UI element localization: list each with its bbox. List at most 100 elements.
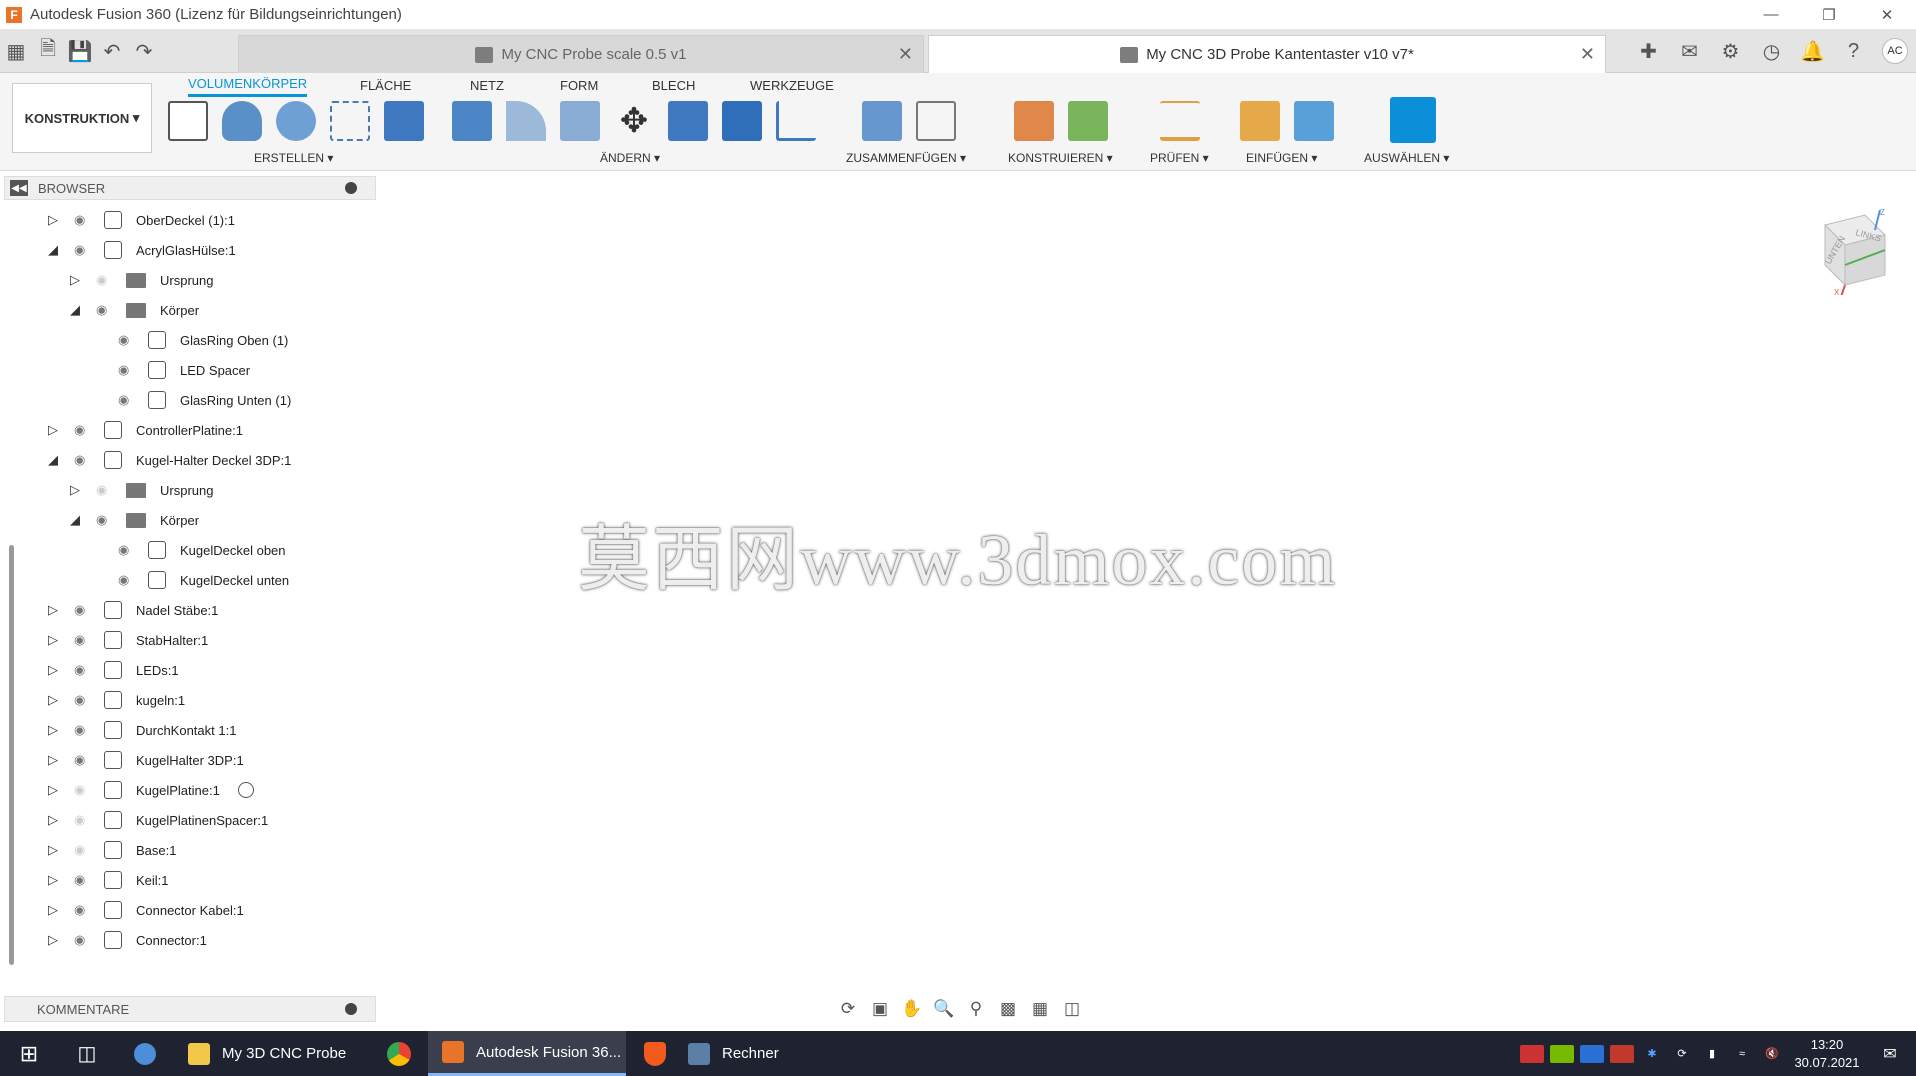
- tab-flaeche[interactable]: FLÄCHE: [360, 73, 411, 97]
- close-tab-icon[interactable]: ✕: [1580, 44, 1595, 65]
- fit-icon[interactable]: ⚲: [960, 999, 992, 1019]
- joint-icon[interactable]: [916, 101, 956, 141]
- pattern-icon[interactable]: [330, 101, 370, 141]
- collapse-arrow-icon[interactable]: ◢: [48, 452, 62, 468]
- fillet-icon[interactable]: [506, 101, 546, 141]
- taskbar-item-calculator[interactable]: Rechner: [684, 1031, 814, 1076]
- visibility-eye-icon[interactable]: ◉: [74, 872, 92, 887]
- tree-node[interactable]: ◢ ◉ AcrylGlasHülse:1: [48, 236, 236, 264]
- align-icon[interactable]: [776, 101, 816, 141]
- help-icon[interactable]: ?: [1833, 29, 1874, 73]
- browser-scrollbar[interactable]: [9, 545, 14, 965]
- expand-arrow-icon[interactable]: ▷: [48, 782, 62, 798]
- collapse-icon[interactable]: ◀◀: [10, 180, 28, 196]
- tab-werkzeuge[interactable]: WERKZEUGE: [750, 73, 834, 97]
- job-status-icon[interactable]: ◷: [1751, 29, 1792, 73]
- expand-arrow-icon[interactable]: ▷: [48, 692, 62, 708]
- press-pull-icon[interactable]: [452, 101, 492, 141]
- new-tab-icon[interactable]: ✚: [1628, 29, 1669, 73]
- revolve-icon[interactable]: [276, 101, 316, 141]
- pan-icon[interactable]: ✋: [896, 999, 928, 1019]
- group-aendern[interactable]: ÄNDERN ▾: [600, 151, 660, 165]
- group-auswaehlen[interactable]: AUSWÄHLEN ▾: [1364, 151, 1449, 165]
- taskbar-item-explorer[interactable]: My 3D CNC Probe: [174, 1031, 370, 1076]
- tree-node[interactable]: ▷ ◉ StabHalter:1: [48, 626, 208, 654]
- close-window-button[interactable]: ✕: [1858, 0, 1916, 29]
- close-tab-icon[interactable]: ✕: [898, 44, 913, 65]
- tree-node[interactable]: ◉ GlasRing Unten (1): [92, 386, 291, 414]
- visibility-eye-icon[interactable]: ◉: [118, 542, 136, 557]
- center-hub[interactable]: [855, 581, 1095, 761]
- notifications-icon[interactable]: 🔔: [1792, 29, 1833, 73]
- loose-cylinder[interactable]: [1502, 623, 1639, 699]
- expand-arrow-icon[interactable]: ▷: [48, 602, 62, 618]
- visibility-eye-icon[interactable]: ◉: [74, 242, 92, 257]
- tab-netz[interactable]: NETZ: [470, 73, 504, 97]
- glass-ring-top[interactable]: [680, 205, 1224, 457]
- expand-arrow-icon[interactable]: ▷: [48, 902, 62, 918]
- tree-node[interactable]: ▷ ◉ kugeln:1: [48, 686, 185, 714]
- measure-icon[interactable]: [1160, 101, 1200, 141]
- comments-add-icon[interactable]: [345, 1003, 357, 1015]
- visibility-eye-icon[interactable]: ◉: [74, 902, 92, 917]
- collapse-arrow-icon[interactable]: ◢: [70, 302, 84, 318]
- extrude-icon[interactable]: [222, 101, 262, 141]
- zoom-icon[interactable]: 🔍: [928, 999, 960, 1019]
- tab-document-2[interactable]: My CNC 3D Probe Kantentaster v10 v7* ✕: [928, 35, 1606, 73]
- midplane-icon[interactable]: [1068, 101, 1108, 141]
- tab-volumenkoerper[interactable]: VOLUMENKÖRPER: [188, 73, 308, 97]
- tree-node[interactable]: ◉ KugelDeckel unten: [92, 566, 289, 594]
- antivirus-icon[interactable]: [1610, 1044, 1634, 1063]
- volume-muted-icon[interactable]: 🔇: [1760, 1045, 1784, 1063]
- split-icon[interactable]: [722, 101, 762, 141]
- tree-node[interactable]: ◢ ◉ Körper: [70, 506, 199, 534]
- browser-options-icon[interactable]: [345, 182, 357, 194]
- visibility-eye-icon[interactable]: ◉: [118, 362, 136, 377]
- visibility-eye-icon[interactable]: ◉: [118, 392, 136, 407]
- group-erstellen[interactable]: ERSTELLEN ▾: [254, 151, 333, 165]
- view-cube[interactable]: LINKS UNTEN Z X: [1800, 205, 1890, 301]
- move-icon[interactable]: ✥: [614, 101, 654, 141]
- visibility-eye-icon[interactable]: ◉: [74, 752, 92, 767]
- minimize-button[interactable]: —: [1742, 0, 1800, 29]
- tree-node[interactable]: ◉ LED Spacer: [92, 356, 250, 384]
- tree-node[interactable]: ▷ ◉ OberDeckel (1):1: [48, 206, 235, 234]
- save-icon[interactable]: 💾: [64, 35, 96, 67]
- taskbar-clock[interactable]: 13:20 30.07.2021: [1787, 1036, 1867, 1072]
- expand-arrow-icon[interactable]: ▷: [48, 842, 62, 858]
- restore-button[interactable]: ❐: [1800, 0, 1858, 29]
- tab-form[interactable]: FORM: [560, 73, 598, 97]
- tree-node[interactable]: ▷ ◉ Nadel Stäbe:1: [48, 596, 218, 624]
- tree-node[interactable]: ◉ KugelDeckel oben: [92, 536, 286, 564]
- group-pruefen[interactable]: PRÜFEN ▾: [1150, 151, 1209, 165]
- visibility-eye-icon[interactable]: ◉: [96, 272, 114, 287]
- task-view-icon[interactable]: ◫: [58, 1031, 116, 1076]
- data-panel-icon[interactable]: ✉: [1669, 29, 1710, 73]
- expand-arrow-icon[interactable]: ▷: [48, 752, 62, 768]
- look-at-icon[interactable]: ▣: [864, 999, 896, 1019]
- collapse-arrow-icon[interactable]: ◢: [70, 512, 84, 528]
- tree-node[interactable]: ▷ ◉ Connector:1: [48, 926, 207, 954]
- security-icon[interactable]: [1580, 1044, 1604, 1063]
- expand-arrow-icon[interactable]: ▷: [48, 632, 62, 648]
- tray-app-icon[interactable]: [1520, 1044, 1544, 1063]
- visibility-eye-icon[interactable]: ◉: [96, 302, 114, 317]
- expand-arrow-icon[interactable]: ▷: [70, 482, 84, 498]
- offset-plane-icon[interactable]: [1014, 101, 1054, 141]
- collapse-arrow-icon[interactable]: ◢: [48, 242, 62, 258]
- visibility-eye-icon[interactable]: ◉: [74, 632, 92, 647]
- wifi-icon[interactable]: ≈: [1730, 1045, 1754, 1063]
- expand-arrow-icon[interactable]: ▷: [48, 662, 62, 678]
- taskbar-item-chrome[interactable]: [370, 1031, 428, 1076]
- bluetooth-icon[interactable]: ✱: [1640, 1045, 1664, 1063]
- tree-node[interactable]: ◢ ◉ Körper: [70, 296, 199, 324]
- start-button[interactable]: ⊞: [0, 1031, 58, 1076]
- tree-node[interactable]: ▷ ◉ KugelPlatine:1: [48, 776, 254, 804]
- tree-node[interactable]: ▷ ◉ Connector Kabel:1: [48, 896, 244, 924]
- app-grid-icon[interactable]: ▦: [0, 35, 32, 67]
- extensions-icon[interactable]: ⚙: [1710, 29, 1751, 73]
- visibility-eye-icon[interactable]: ◉: [96, 482, 114, 497]
- select-cursor-icon[interactable]: [1390, 97, 1436, 143]
- tree-node[interactable]: ▷ ◉ Keil:1: [48, 866, 169, 894]
- visibility-eye-icon[interactable]: ◉: [74, 452, 92, 467]
